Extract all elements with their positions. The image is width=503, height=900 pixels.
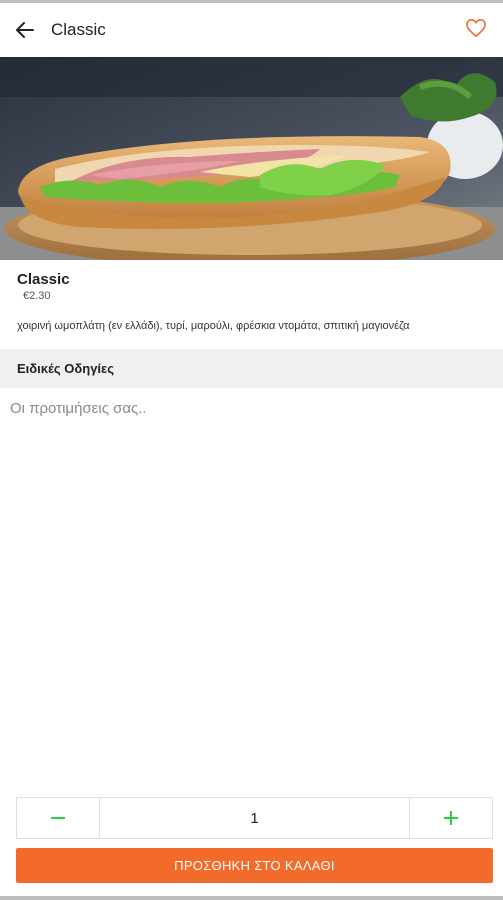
product-price: €2.30 xyxy=(23,290,51,302)
special-instructions-input[interactable] xyxy=(0,390,503,785)
decrease-quantity-button[interactable] xyxy=(17,798,100,838)
heart-outline-icon xyxy=(466,18,486,38)
quantity-stepper: 1 xyxy=(16,797,493,839)
quantity-value: 1 xyxy=(250,809,259,827)
product-name: Classic xyxy=(17,271,70,288)
add-to-cart-button[interactable]: ΠΡΟΣΘΗΚΗ ΣΤΟ ΚΑΛΑΘΙ xyxy=(16,848,493,883)
page-title: Classic xyxy=(51,20,106,39)
section-title: Ειδικές Οδηγίες xyxy=(17,361,114,376)
plus-icon xyxy=(444,811,458,825)
nav-divider xyxy=(0,896,503,900)
app-bar: Classic xyxy=(0,3,503,57)
product-image xyxy=(0,57,503,260)
product-description: χοιρινή ωμοπλάτη (εν ελλάδι), τυρί, μαρο… xyxy=(17,320,410,332)
back-button[interactable] xyxy=(13,18,37,42)
special-instructions-header: Ειδικές Οδηγίες xyxy=(0,349,503,388)
increase-quantity-button[interactable] xyxy=(409,798,492,838)
favorite-button[interactable] xyxy=(465,18,489,42)
arrow-left-icon xyxy=(16,22,34,38)
minus-icon xyxy=(51,817,65,819)
